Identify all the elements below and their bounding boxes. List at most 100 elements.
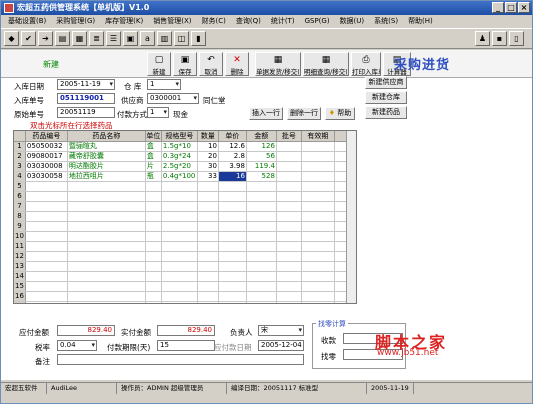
price-cell[interactable] (218, 181, 247, 192)
drug-name-cell[interactable] (67, 301, 146, 303)
expiry-cell[interactable] (301, 211, 335, 222)
drug-name-cell[interactable] (67, 261, 146, 272)
drug-id-cell[interactable] (25, 281, 68, 292)
table-row[interactable]: 3 03030008 明达酯胶片片 2.5g*20 30 3.98 119.4 (14, 161, 349, 172)
amount-cell[interactable]: 119.4 (246, 161, 277, 172)
price-cell[interactable] (218, 231, 247, 242)
batch-cell[interactable] (276, 161, 302, 172)
drug-id-cell[interactable]: 03030008 (25, 161, 68, 172)
qty-cell[interactable] (197, 301, 219, 303)
price-cell[interactable] (218, 271, 247, 282)
menu-stats[interactable]: 统计(T) (266, 15, 300, 28)
batch-cell[interactable] (276, 251, 302, 262)
save-icon[interactable]: ▪ (492, 31, 507, 46)
expiry-cell[interactable] (301, 201, 335, 212)
exit-icon[interactable]: ▯ (509, 31, 524, 46)
drug-id-cell[interactable] (25, 241, 68, 252)
unit-cell[interactable]: 盒 (145, 151, 162, 162)
transfer-button[interactable]: ▦单据发货/移交(F) (255, 52, 301, 76)
table-row[interactable]: 15 (14, 281, 349, 292)
box-icon[interactable]: ◫ (174, 31, 189, 46)
amount-cell[interactable] (246, 181, 277, 192)
spec-cell[interactable]: 1.5g*10 (161, 141, 198, 152)
unit-cell[interactable] (145, 221, 162, 232)
tax-select[interactable]: 0.04 (57, 340, 97, 351)
drug-id-cell[interactable] (25, 271, 68, 282)
price-cell[interactable]: 12.6 (218, 141, 247, 152)
new-warehouse-button[interactable]: 新建仓库 (365, 91, 407, 104)
menu-data[interactable]: 数据(U) (335, 15, 370, 28)
minimize-button[interactable]: _ (492, 2, 504, 13)
qty-cell[interactable] (197, 221, 219, 232)
drug-id-cell[interactable]: 03030058 (25, 171, 68, 182)
drug-name-cell[interactable] (67, 241, 146, 252)
table-icon[interactable]: ▥ (157, 31, 172, 46)
batch-cell[interactable] (276, 211, 302, 222)
unit-cell[interactable] (145, 231, 162, 242)
unit-cell[interactable] (145, 251, 162, 262)
due-date-field[interactable]: 2005-12-04 (258, 340, 304, 351)
batch-cell[interactable] (276, 171, 302, 182)
qty-cell[interactable]: 33 (197, 171, 219, 182)
expiry-cell[interactable] (301, 181, 335, 192)
table-row[interactable]: 16 (14, 291, 349, 302)
drug-id-cell[interactable] (25, 261, 68, 272)
qty-cell[interactable] (197, 181, 219, 192)
unit-cell[interactable] (145, 301, 162, 303)
table-row[interactable]: 12 (14, 251, 349, 262)
unit-cell[interactable]: 瓶 (145, 171, 162, 182)
unit-cell[interactable] (145, 211, 162, 222)
qty-cell[interactable]: 30 (197, 161, 219, 172)
list-icon[interactable]: ≣ (89, 31, 104, 46)
drug-name-cell[interactable]: 明达酯胶片 (67, 161, 146, 172)
amount-cell[interactable]: 56 (246, 151, 277, 162)
table-row[interactable]: 8 (14, 211, 349, 222)
drug-id-cell[interactable] (25, 201, 68, 212)
amount-cell[interactable] (246, 261, 277, 272)
drug-name-cell[interactable] (67, 281, 146, 292)
expiry-cell[interactable] (301, 241, 335, 252)
warehouse-select[interactable]: 1 (147, 79, 181, 90)
spec-cell[interactable]: 0.3g*24 (161, 151, 198, 162)
amount-cell[interactable]: 528 (246, 171, 277, 182)
qty-cell[interactable] (197, 271, 219, 282)
price-cell[interactable]: 2.8 (218, 151, 247, 162)
spec-cell[interactable] (161, 261, 198, 272)
batch-cell[interactable] (276, 271, 302, 282)
person-icon[interactable]: ♟ (475, 31, 490, 46)
spec-cell[interactable] (161, 251, 198, 262)
term-field[interactable]: 15 (157, 340, 215, 351)
amount-cell[interactable]: 126 (246, 141, 277, 152)
qty-cell[interactable] (197, 281, 219, 292)
expiry-cell[interactable] (301, 281, 335, 292)
spec-cell[interactable] (161, 181, 198, 192)
maximize-button[interactable]: □ (505, 2, 517, 13)
drug-name-cell[interactable] (67, 251, 146, 262)
unit-cell[interactable] (145, 271, 162, 282)
table-row[interactable]: 9 (14, 221, 349, 232)
orig-no-field[interactable]: 20051119 (57, 107, 115, 118)
qty-cell[interactable] (197, 191, 219, 202)
drug-id-cell[interactable] (25, 301, 68, 303)
amount-cell[interactable] (246, 271, 277, 282)
batch-cell[interactable] (276, 141, 302, 152)
expiry-cell[interactable] (301, 161, 335, 172)
header-cell[interactable]: 规格型号 (161, 131, 198, 142)
unit-cell[interactable]: 片 (145, 161, 162, 172)
table-row[interactable]: 2 09080017 藏帝舒胶囊盒 0.3g*24 20 2.8 56 (14, 151, 349, 162)
header-cell[interactable]: 药品编号 (25, 131, 68, 142)
spec-cell[interactable] (161, 191, 198, 202)
unit-cell[interactable] (145, 281, 162, 292)
expiry-cell[interactable] (301, 151, 335, 162)
drug-name-cell[interactable] (67, 231, 146, 242)
amount-cell[interactable] (246, 241, 277, 252)
save-button[interactable]: ▣ 保存 (173, 52, 197, 76)
drug-name-cell[interactable] (67, 271, 146, 282)
drug-name-cell[interactable] (67, 221, 146, 232)
spec-cell[interactable] (161, 221, 198, 232)
batch-cell[interactable] (276, 181, 302, 192)
unit-cell[interactable] (145, 291, 162, 302)
drug-name-cell[interactable] (67, 181, 146, 192)
expiry-cell[interactable] (301, 261, 335, 272)
table-row[interactable]: 13 (14, 261, 349, 272)
